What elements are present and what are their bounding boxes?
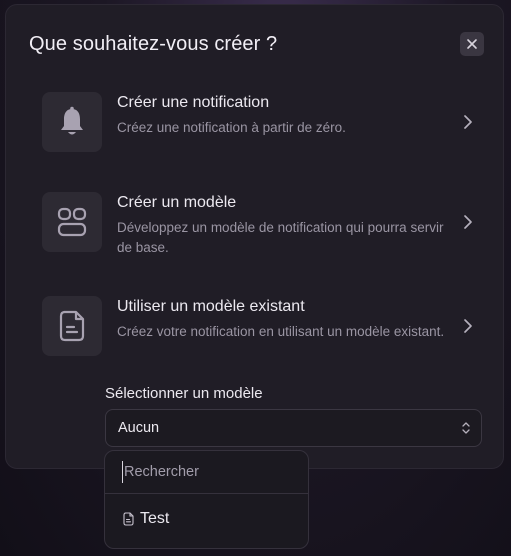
- template-select-label: Sélectionner un modèle: [105, 385, 263, 402]
- option-icon-container: [42, 192, 102, 252]
- dropdown-item-label: Test: [140, 510, 170, 527]
- option-title: Utiliser un modèle existant: [117, 298, 305, 315]
- search-input[interactable]: [122, 461, 292, 483]
- chevron-right-icon: [460, 316, 476, 336]
- chevron-up-down-icon: [462, 422, 470, 434]
- layout-template-icon: [57, 207, 87, 237]
- chevron-right-icon: [460, 112, 476, 132]
- dialog-title: Que souhaitez-vous créer ?: [29, 33, 278, 55]
- create-dialog: Que souhaitez-vous créer ? Créer une not…: [5, 4, 504, 469]
- template-dropdown: Test: [104, 450, 309, 549]
- option-icon-container: [42, 296, 102, 356]
- template-select[interactable]: Aucun: [105, 409, 482, 447]
- option-icon-container: [42, 92, 102, 152]
- option-title: Créer un modèle: [117, 194, 237, 211]
- document-icon: [123, 512, 134, 526]
- document-icon: [59, 310, 85, 342]
- option-title: Créer une notification: [117, 94, 270, 111]
- dropdown-item[interactable]: Test: [122, 509, 169, 529]
- close-button[interactable]: [460, 32, 484, 56]
- dropdown-search: [105, 451, 308, 494]
- option-description: Créez votre notification en utilisant un…: [117, 324, 445, 339]
- option-description: Créez une notification à partir de zéro.: [117, 120, 346, 135]
- option-description: Développez un modèle de notification qui…: [117, 220, 444, 255]
- template-select-value: Aucun: [118, 420, 160, 436]
- chevron-right-icon: [460, 212, 476, 232]
- bell-icon: [61, 106, 83, 135]
- close-icon: [467, 39, 477, 49]
